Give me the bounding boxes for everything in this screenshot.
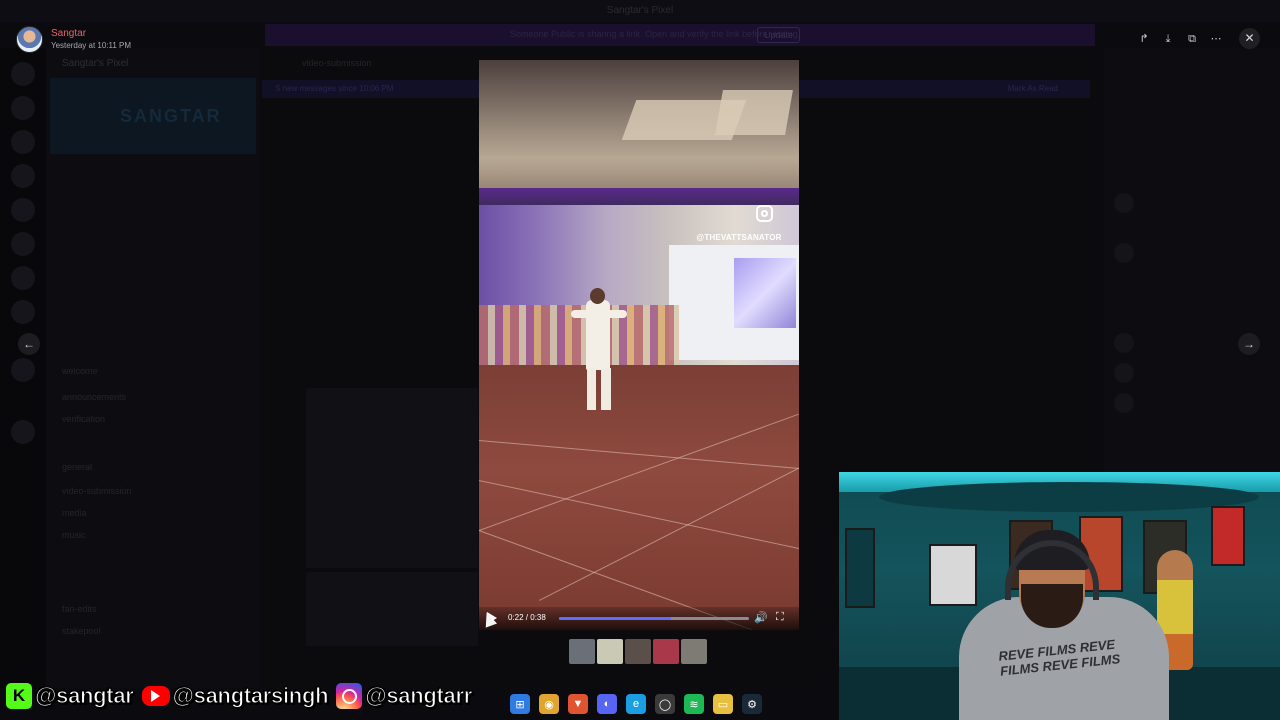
channel-item: announcements (62, 392, 127, 402)
kick-icon: K (6, 683, 32, 709)
social-handles-overlay: K @sangtar @sangtarsingh @sangtarr (6, 681, 480, 711)
server-icon (11, 96, 35, 120)
youtube-icon (141, 686, 170, 706)
channel-sidebar: Sangtar's Pixel SANGTAR welcome announce… (46, 48, 260, 688)
member-avatar (1114, 363, 1134, 383)
video-time: 0:22 / 0:38 (508, 613, 546, 622)
chat-header: video-submission (302, 58, 372, 68)
media-thumbnail[interactable] (569, 639, 595, 664)
video-progress-bar[interactable] (559, 617, 749, 620)
taskbar: ⊞ ◉ ▼ ◐ e ◯ ≋ ▭ ⚙ (510, 692, 762, 716)
more-icon[interactable]: ⋯ (1207, 30, 1225, 48)
chrome-icon[interactable]: ◉ (539, 694, 559, 714)
stage-screen (734, 258, 796, 328)
mark-as-read: Mark As Read (1007, 84, 1058, 93)
instagram-icon (336, 683, 363, 709)
open-external-icon[interactable]: ⧉ (1183, 30, 1201, 48)
member-avatar (1114, 333, 1134, 353)
watermark-handle: @THEVATTSANATOR (696, 233, 782, 242)
poster (1211, 506, 1245, 566)
door (845, 528, 875, 608)
video-controls: 0:22 / 0:38 🔊 ⛶ (479, 607, 799, 630)
author-name[interactable]: Sangtar (51, 28, 131, 40)
fullscreen-icon[interactable]: ⛶ (776, 611, 784, 624)
webcam-overlay: REVE FILMS REVE FILMS REVE FILMS (839, 472, 1280, 720)
screen: Sangtar's Pixel Someone Public is sharin… (0, 0, 1280, 720)
channel-item: stakepool (62, 626, 101, 636)
previous-media-button[interactable]: ← (18, 333, 40, 355)
poster (929, 544, 977, 606)
media-thumbnail[interactable] (681, 639, 707, 664)
server-banner-text: SANGTAR (120, 106, 222, 126)
channel-item: media (62, 508, 87, 518)
server-name: Sangtar's Pixel (62, 58, 129, 69)
kick-handle: K @sangtar (6, 683, 134, 709)
media-thumbnail[interactable] (597, 639, 623, 664)
channel-item: music (62, 530, 86, 540)
dancer (586, 300, 610, 370)
member-avatar (1114, 193, 1134, 213)
media-thumbnail-strip (569, 639, 707, 664)
server-icon (11, 130, 35, 154)
chat-attachment (306, 388, 478, 568)
channel-item: video-submission (62, 486, 132, 496)
channel-item: fan-edits (62, 604, 97, 614)
forward-icon[interactable]: ↱ (1135, 30, 1153, 48)
server-icon (11, 232, 35, 256)
media-thumbnail[interactable] (653, 639, 679, 664)
instagram-handle-text: @sangtarr (365, 683, 473, 709)
window-titlebar: Sangtar's Pixel (0, 0, 1280, 22)
server-icon (11, 164, 35, 188)
avatar[interactable] (16, 26, 43, 53)
media-toolbar: ↱ ⤓ ⧉ ⋯ (1132, 30, 1228, 48)
channel-item: welcome (62, 366, 98, 376)
steam-icon[interactable]: ⚙ (742, 694, 762, 714)
server-icon (11, 358, 35, 382)
channel-item: verification (62, 414, 106, 424)
notice-banner: Someone Public is sharing a link. Open a… (265, 24, 1095, 46)
new-messages-text: 5 new messages since 10:06 PM (276, 84, 394, 93)
dance-floor (479, 365, 799, 630)
github-icon[interactable]: ◯ (655, 694, 675, 714)
server-icon (11, 420, 35, 444)
youtube-handle-text: @sangtarsingh (172, 683, 329, 709)
instagram-handle: @sangtarr (336, 683, 473, 709)
message-timestamp: Yesterday at 10:11 PM (51, 41, 132, 50)
brave-icon[interactable]: ▼ (568, 694, 588, 714)
member-avatar (1114, 243, 1134, 263)
dancer-legs (587, 368, 611, 410)
spotify-icon[interactable]: ≋ (684, 694, 704, 714)
close-icon[interactable]: ✕ (1239, 28, 1260, 49)
start-icon[interactable]: ⊞ (510, 694, 530, 714)
instagram-watermark-icon (756, 205, 773, 222)
notice-update-button: Update (757, 27, 801, 43)
youtube-handle: @sangtarsingh (141, 683, 329, 709)
server-icon (11, 300, 35, 324)
kick-handle-text: @sangtar (35, 683, 135, 709)
channel-item: general (62, 462, 93, 472)
chat-attachment (306, 572, 478, 646)
video-player[interactable]: @THEVATTSANATOR (479, 60, 799, 630)
video-progress-fill (559, 617, 672, 620)
media-author: Sangtar Yesterday at 10:11 PM (16, 26, 131, 53)
next-media-button[interactable]: → (1238, 333, 1260, 355)
ceiling-panel (715, 90, 793, 135)
edge-icon[interactable]: e (626, 694, 646, 714)
file-explorer-icon[interactable]: ▭ (713, 694, 733, 714)
window-title: Sangtar's Pixel (606, 5, 674, 16)
volume-icon[interactable]: 🔊 (754, 611, 768, 624)
member-avatar (1114, 393, 1134, 413)
server-rail (0, 48, 46, 688)
server-icon (11, 198, 35, 222)
server-icon (11, 62, 35, 86)
dancer-head (590, 288, 605, 304)
discord-icon[interactable]: ◐ (597, 694, 617, 714)
download-icon[interactable]: ⤓ (1159, 30, 1177, 48)
server-icon (11, 266, 35, 290)
media-thumbnail[interactable] (625, 639, 651, 664)
server-banner: SANGTAR (50, 78, 256, 154)
ceiling (879, 482, 1259, 512)
